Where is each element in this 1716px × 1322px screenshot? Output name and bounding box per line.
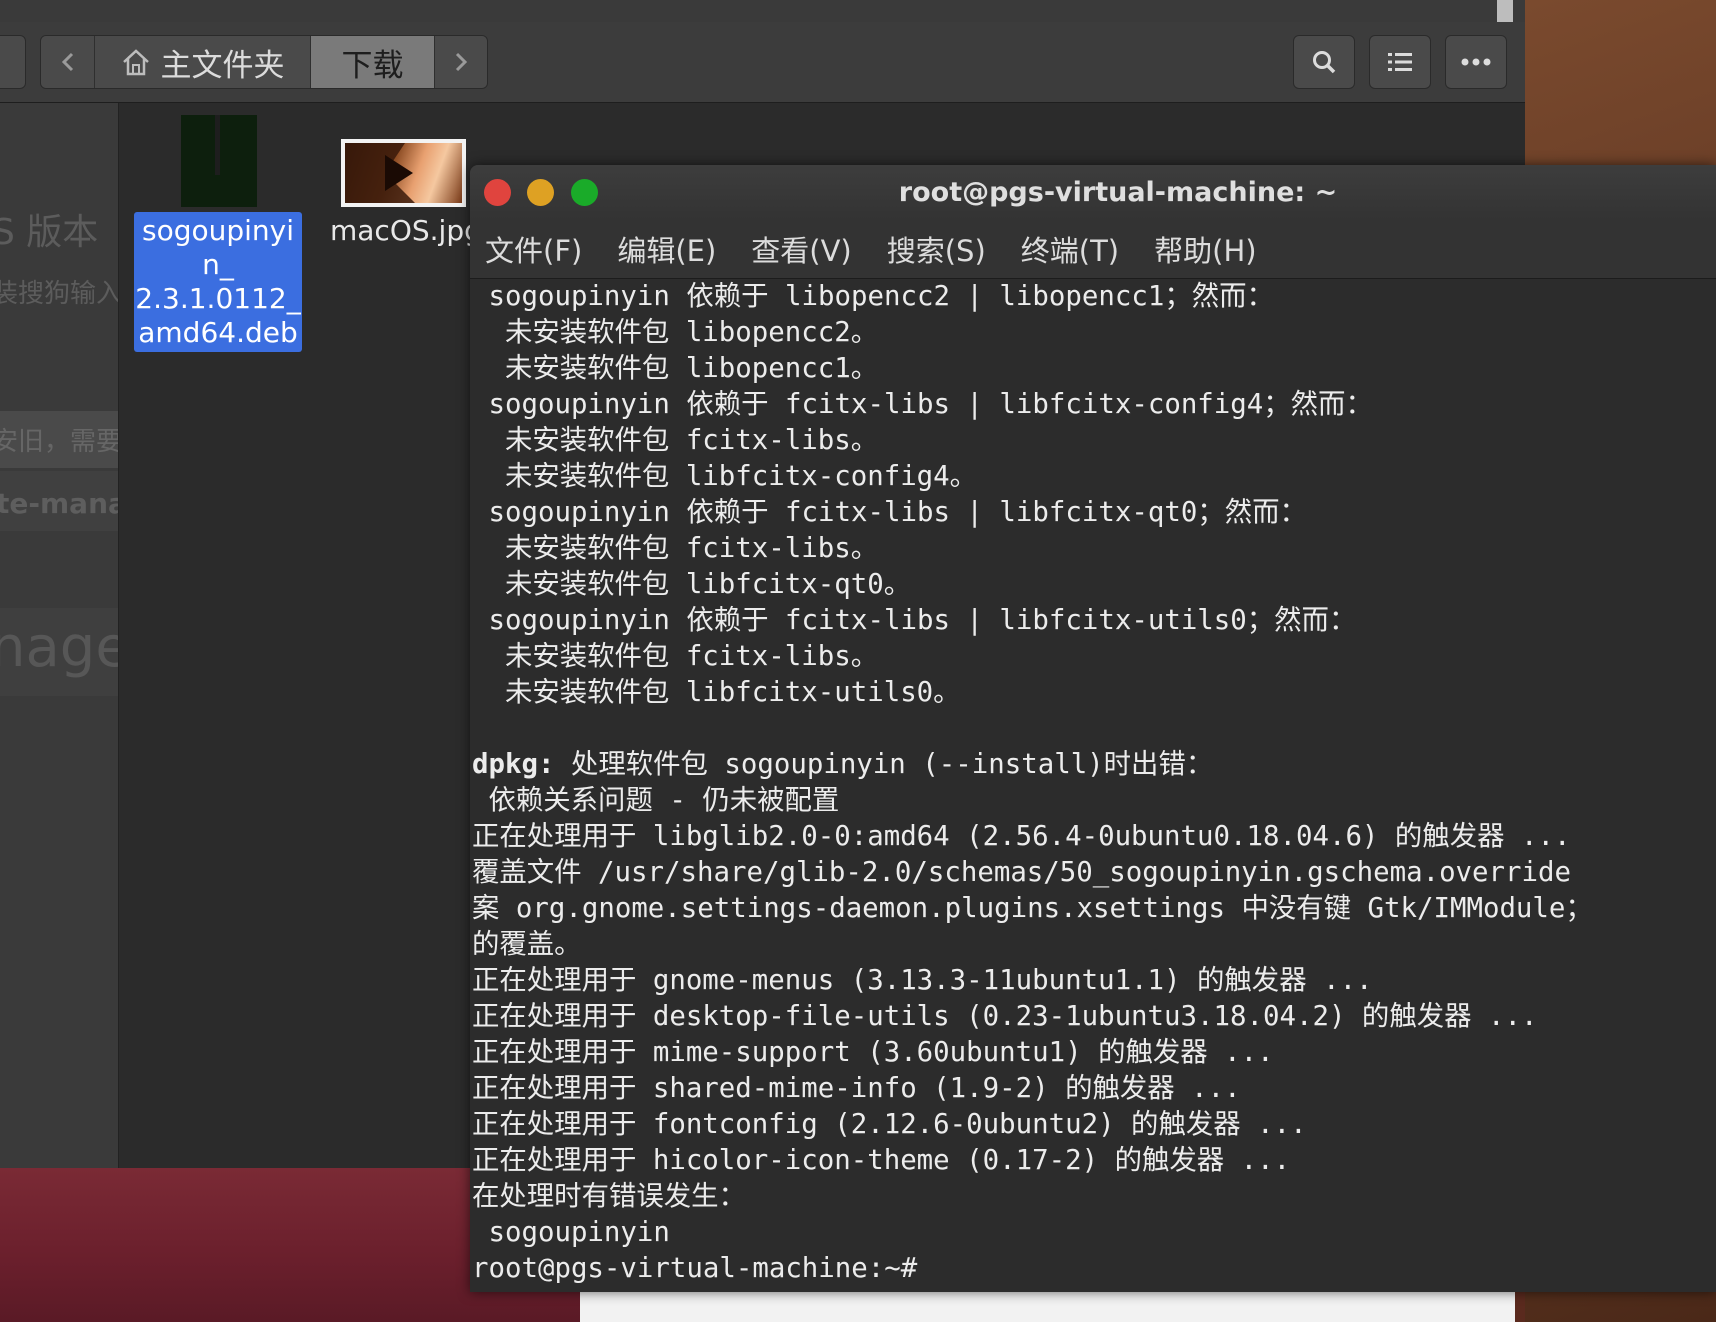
terminal-line: 正在处理用于 mime-support (3.60ubuntu1) 的触发器 .… — [472, 1037, 1274, 1068]
image-thumbnail-preview — [345, 143, 462, 203]
file-name-line: 2.3.1.0112_ — [135, 282, 301, 315]
terminal-window: root@pgs-virtual-machine: ~ 文件(F) 编辑(E) … — [470, 165, 1716, 1292]
menu-view[interactable]: 查看(V) — [751, 228, 851, 270]
dpkg-prefix: dpkg: — [472, 749, 555, 780]
deb-package-icon[interactable] — [181, 115, 257, 207]
image-thumbnail[interactable] — [341, 139, 466, 207]
terminal-line: 未安装软件包 fcitx-libs。 — [472, 425, 879, 456]
chevron-right-icon — [455, 52, 468, 72]
terminal-line: 正在处理用于 shared-mime-info (1.9-2) 的触发器 ... — [472, 1073, 1241, 1104]
home-icon — [122, 49, 149, 76]
more-options-button[interactable] — [1445, 35, 1507, 89]
terminal-line: 覆盖文件 /usr/share/glib-2.0/schemas/50_sogo… — [472, 857, 1571, 888]
terminal-line: 依赖关系问题 - 仍未被配置 — [472, 785, 840, 816]
menu-file[interactable]: 文件(F) — [485, 228, 582, 270]
file-manager-top-strip — [0, 0, 1525, 22]
file-item-macos-label[interactable]: macOS.jpg — [330, 214, 482, 247]
file-item-sogoupinyin[interactable]: sogoupinyi n_ 2.3.1.0112_ amd64.deb — [134, 212, 302, 352]
terminal-line: 未安装软件包 libopencc2。 — [472, 317, 879, 348]
breadcrumb-home-label: 主文件夹 — [160, 47, 285, 84]
terminal-line: 未安装软件包 libfcitx-qt0。 — [472, 569, 912, 600]
terminal-line: 正在处理用于 libglib2.0-0:amd64 (2.56.4-0ubunt… — [472, 821, 1571, 852]
terminal-output[interactable]: sogoupinyin 依赖于 libopencc2 | libopencc1；… — [470, 279, 1716, 1292]
search-button[interactable] — [1293, 35, 1355, 89]
terminal-line: 未安装软件包 libfcitx-config4。 — [472, 461, 978, 492]
terminal-line: 正在处理用于 fontconfig (2.12.6-0ubuntu2) 的触发器… — [472, 1109, 1307, 1140]
breadcrumb-home[interactable]: 主文件夹 — [95, 36, 311, 88]
terminal-prompt[interactable]: root@pgs-virtual-machine:~# — [472, 1251, 917, 1287]
terminal-line: sogoupinyin 依赖于 libopencc2 | libopencc1；… — [472, 281, 1274, 312]
breadcrumb-downloads-label: 下载 — [341, 47, 404, 84]
sidebar-ghost-text: te-mana — [0, 487, 119, 520]
dpkg-error-text: 处理软件包 sogoupinyin (--install)时出错： — [554, 749, 1214, 780]
background-window-edge — [580, 1290, 1515, 1322]
back-button[interactable] — [41, 36, 95, 88]
terminal-line: 未安装软件包 libfcitx-utils0。 — [472, 677, 961, 708]
terminal-line-dpkg-error: dpkg: 处理软件包 sogoupinyin (--install)时出错： — [472, 747, 1213, 783]
chevron-left-icon — [61, 52, 73, 72]
terminal-line: 在处理时有错误发生： — [472, 1181, 746, 1212]
view-list-button[interactable] — [1369, 35, 1431, 89]
terminal-line: 未安装软件包 fcitx-libs。 — [472, 641, 879, 672]
file-manager-sidebar: S 版本 装搜狗输入 安旧，需要 te-mana nage — [0, 103, 119, 1168]
scrollbar[interactable] — [1497, 0, 1513, 22]
package-zipper-icon — [215, 115, 220, 175]
file-name-line: n_ — [202, 248, 234, 281]
terminal-line: 未安装软件包 fcitx-libs。 — [472, 533, 879, 564]
menu-terminal[interactable]: 终端(T) — [1021, 228, 1119, 270]
sidebar-ghost-text: S 版本 — [0, 212, 99, 253]
sidebar-ghost-text: 装搜狗输入 — [0, 279, 119, 309]
terminal-line: 正在处理用于 hicolor-icon-theme (0.17-2) 的触发器 … — [472, 1145, 1291, 1176]
terminal-titlebar[interactable]: root@pgs-virtual-machine: ~ — [470, 165, 1716, 220]
terminal-line: 的覆盖。 — [472, 929, 582, 960]
list-view-icon — [1388, 53, 1412, 71]
forward-button[interactable] — [435, 36, 487, 88]
terminal-line: sogoupinyin 依赖于 fcitx-libs | libfcitx-co… — [472, 389, 1373, 420]
file-name-line: sogoupinyi — [141, 214, 295, 247]
menu-help[interactable]: 帮助(H) — [1154, 228, 1256, 270]
terminal-line: 正在处理用于 gnome-menus (3.13.3-11ubuntu1.1) … — [472, 965, 1373, 996]
file-name-line: amd64.deb — [138, 316, 298, 349]
terminal-line: sogoupinyin 依赖于 fcitx-libs | libfcitx-qt… — [472, 497, 1307, 528]
sidebar-toggle-button[interactable] — [0, 35, 26, 89]
sidebar-ghost-text: 安旧，需要 — [0, 427, 119, 457]
terminal-menubar: 文件(F) 编辑(E) 查看(V) 搜索(S) 终端(T) 帮助(H) — [470, 220, 1716, 279]
menu-edit[interactable]: 编辑(E) — [617, 228, 716, 270]
breadcrumb: 主文件夹 下载 — [40, 35, 488, 89]
more-icon — [1461, 58, 1491, 66]
terminal-line: sogoupinyin — [472, 1217, 670, 1248]
terminal-line: 未安装软件包 libopencc1。 — [472, 353, 879, 384]
terminal-line: sogoupinyin 依赖于 fcitx-libs | libfcitx-ut… — [472, 605, 1357, 636]
menu-search[interactable]: 搜索(S) — [887, 228, 986, 270]
terminal-line: 案 org.gnome.settings-daemon.plugins.xset… — [472, 893, 1593, 924]
breadcrumb-downloads[interactable]: 下载 — [311, 36, 435, 88]
terminal-line: 正在处理用于 desktop-file-utils (0.23-1ubuntu3… — [472, 1001, 1538, 1032]
window-title: root@pgs-virtual-machine: ~ — [898, 177, 1338, 208]
thumbnail-shape-icon — [345, 143, 415, 203]
sidebar-ghost-text: nage — [0, 615, 118, 680]
search-icon — [1313, 51, 1336, 74]
